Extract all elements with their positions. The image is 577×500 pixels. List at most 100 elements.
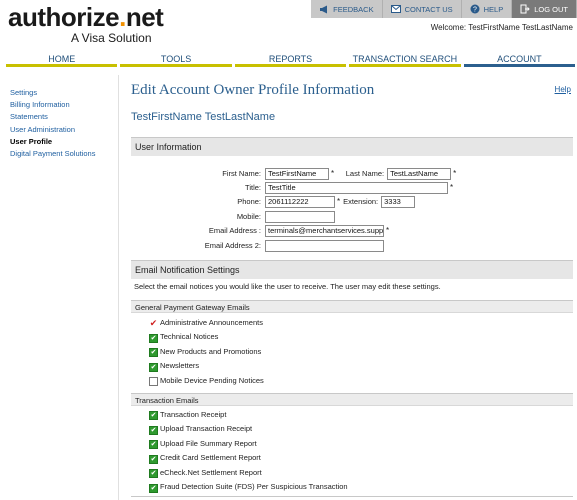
list-item: ✔	[149, 332, 158, 344]
transaction-receipt-checkbox[interactable]: ✔	[149, 410, 158, 420]
logout-label: LOG OUT	[534, 4, 568, 14]
checkbox-label: Transaction Receipt	[160, 410, 227, 419]
user-full-name: TestFirstName TestLastName	[131, 111, 276, 123]
technical-notices-checkbox[interactable]: ✔	[149, 333, 158, 343]
list-item: ✔	[149, 467, 158, 479]
checkbox-label: Credit Card Settlement Report	[160, 453, 261, 462]
help-icon: ?	[470, 4, 480, 14]
email-required-mark: *	[386, 226, 390, 235]
tab-tools[interactable]: TOOLS	[120, 52, 232, 67]
checkbox-label: Mobile Device Pending Notices	[160, 376, 264, 385]
extension-field[interactable]: 3333	[381, 195, 416, 208]
page-title: Edit Account Owner Profile Information	[131, 82, 375, 98]
sidebar-item-statements[interactable]: Statements	[10, 111, 115, 123]
phone-label: Phone:	[237, 197, 261, 206]
first-last-name-row: First Name: TestFirstName * Last Name: T…	[131, 167, 456, 180]
email-row: Email Address : terminals@merchantservic…	[131, 224, 389, 237]
tab-reports[interactable]: REPORTS	[234, 52, 347, 67]
sidebar-item-billing-information[interactable]: Billing Information	[10, 99, 115, 111]
help-link[interactable]: Help	[555, 85, 571, 94]
email-label: Email Address :	[208, 226, 261, 235]
email-field[interactable]: terminals@merchantservices.suppo	[265, 224, 384, 237]
newsletters-checkbox[interactable]: ✔	[149, 362, 158, 372]
logout-icon	[520, 4, 530, 14]
checkbox-label: eCheck.Net Settlement Report	[160, 468, 262, 477]
last-name-label: Last Name:	[345, 169, 385, 178]
help-button[interactable]: ? HELP	[461, 0, 513, 18]
section-divider	[131, 496, 573, 497]
logout-button[interactable]: LOG OUT	[512, 0, 577, 18]
list-item: ✔	[149, 409, 158, 421]
last-name-field[interactable]: TestLastName	[387, 167, 452, 180]
checkbox-label: Technical Notices	[160, 332, 219, 341]
main-content: Edit Account Owner Profile Information H…	[131, 82, 573, 497]
first-name-label: First Name:	[222, 169, 261, 178]
email-notification-heading: Email Notification Settings	[131, 260, 573, 279]
tab-transaction-search[interactable]: TRANSACTION SEARCH	[349, 52, 461, 67]
list-item: ✔	[149, 424, 158, 436]
checkbox-label: Administrative Announcements	[160, 318, 263, 327]
sidebar-item-user-administration[interactable]: User Administration	[10, 124, 115, 136]
mobile-label: Mobile:	[236, 212, 261, 221]
title-required-mark: *	[450, 183, 454, 192]
email2-row: Email Address 2:	[131, 239, 384, 252]
checkbox-label: Upload Transaction Receipt	[160, 424, 253, 433]
checkbox-label: Upload File Summary Report	[160, 439, 257, 448]
general-gateway-emails-heading: General Payment Gateway Emails	[131, 300, 573, 313]
new-products-checkbox[interactable]: ✔	[149, 347, 158, 357]
sidebar-item-settings[interactable]: Settings	[10, 87, 115, 99]
checkbox-label: Newsletters	[160, 361, 200, 370]
last-name-required-mark: *	[453, 169, 457, 178]
title-row: Title: TestTitle *	[131, 181, 453, 194]
required-check-icon: ✔	[149, 317, 158, 328]
first-name-field[interactable]: TestFirstName	[265, 167, 329, 180]
credit-card-settlement-checkbox[interactable]: ✔	[149, 454, 158, 464]
feedback-button[interactable]: FEEDBACK	[311, 0, 383, 18]
title-label: Title:	[245, 183, 261, 192]
utility-bar: FEEDBACK CONTACT US ? HELP LOG OUT	[311, 0, 577, 18]
sidebar-item-digital-payment-solutions[interactable]: Digital Payment Solutions	[10, 148, 115, 160]
welcome-text: Welcome: TestFirstName TestLastName	[430, 23, 573, 32]
list-item: ✔	[149, 361, 158, 373]
transaction-emails-heading: Transaction Emails	[131, 393, 573, 406]
contact-us-label: CONTACT US	[404, 4, 453, 14]
phone-row: Phone: 2061112222 * Extension: 3333	[131, 195, 416, 208]
sidebar-divider	[118, 75, 119, 500]
fds-suspicious-checkbox[interactable]: ✔	[149, 483, 158, 493]
upload-transaction-receipt-checkbox[interactable]: ✔	[149, 425, 158, 435]
extension-label: Extension:	[343, 197, 379, 206]
phone-field[interactable]: 2061112222	[265, 195, 335, 208]
mobile-device-pending-checkbox[interactable]	[149, 376, 158, 386]
mobile-row: Mobile:	[131, 210, 335, 223]
email2-label: Email Address 2:	[204, 241, 261, 250]
email2-field[interactable]	[265, 239, 384, 252]
sidebar: Settings Billing Information Statements …	[10, 87, 115, 160]
megaphone-icon	[319, 4, 329, 14]
title-field[interactable]: TestTitle	[265, 181, 448, 194]
tab-home[interactable]: HOME	[6, 52, 118, 67]
help-label: HELP	[483, 4, 504, 14]
envelope-icon	[390, 4, 401, 14]
mobile-field[interactable]	[265, 210, 335, 223]
tab-account[interactable]: ACCOUNT	[463, 52, 576, 67]
feedback-label: FEEDBACK	[333, 4, 374, 14]
logo[interactable]: authorize.net A Visa Solution	[8, 2, 164, 45]
logo-wordmark: authorize.net	[8, 2, 164, 32]
list-item: ✔	[149, 346, 158, 358]
list-item: ✔	[149, 317, 158, 329]
echeck-settlement-checkbox[interactable]: ✔	[149, 468, 158, 478]
checkbox-label: Fraud Detection Suite (FDS) Per Suspicio…	[160, 482, 348, 491]
user-information-heading: User Information	[131, 137, 573, 156]
list-item: ✔	[149, 438, 158, 450]
list-item: ✔	[149, 453, 158, 465]
upload-file-summary-checkbox[interactable]: ✔	[149, 439, 158, 449]
list-item	[149, 375, 158, 387]
contact-us-button[interactable]: CONTACT US	[382, 0, 462, 18]
main-nav: HOME TOOLS REPORTS TRANSACTION SEARCH AC…	[6, 52, 576, 67]
sidebar-item-user-profile[interactable]: User Profile	[10, 136, 115, 148]
email-settings-note: Select the email notices you would like …	[134, 282, 441, 291]
checkbox-label: New Products and Promotions	[160, 347, 262, 356]
svg-text:?: ?	[473, 7, 477, 14]
list-item: ✔	[149, 482, 158, 494]
logo-tagline: A Visa Solution	[71, 31, 152, 45]
